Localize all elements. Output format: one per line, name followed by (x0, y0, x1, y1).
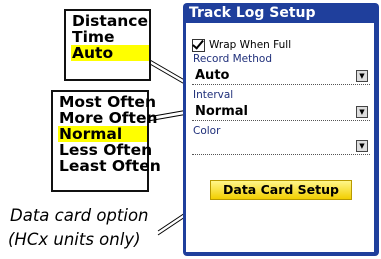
interval-options-callout: Most Often More Often Normal Less Often … (51, 90, 161, 192)
record-option-auto: Auto (71, 45, 149, 61)
dropdown-arrow-icon[interactable]: ▼ (356, 70, 368, 82)
dropdown-arrow-icon[interactable]: ▼ (356, 106, 368, 118)
interval-option-most-often: Most Often (59, 93, 156, 111)
screen-title: Track Log Setup (189, 5, 316, 21)
interval-option-least-often: Least Often (59, 157, 161, 175)
color-dropdown[interactable]: ▼ (192, 137, 370, 155)
record-method-value: Auto (195, 68, 230, 83)
wrap-when-full-row[interactable]: Wrap When Full (192, 36, 292, 53)
settings-panel: Wrap When Full Record Method Auto ▼ Inte… (186, 23, 374, 252)
color-label: Color (193, 125, 221, 137)
interval-label: Interval (193, 89, 234, 101)
interval-dropdown[interactable]: Normal ▼ (192, 103, 370, 121)
dropdown-arrow-icon[interactable]: ▼ (356, 140, 368, 152)
record-method-label: Record Method (193, 53, 272, 65)
data-card-setup-button[interactable]: Data Card Setup (210, 180, 352, 200)
interval-option-less-often: Less Often (59, 141, 153, 159)
checkmark-icon (192, 36, 204, 50)
record-option-time: Time (72, 28, 115, 46)
interval-option-normal: Normal (58, 126, 147, 142)
caption-line-2: (HCx units only) (8, 230, 141, 249)
record-method-options-callout: Distance Time Auto (64, 9, 151, 81)
record-method-dropdown[interactable]: Auto ▼ (192, 67, 370, 85)
interval-value: Normal (195, 104, 248, 119)
record-option-distance: Distance (72, 12, 149, 30)
wrap-when-full-label: Wrap When Full (209, 39, 292, 51)
interval-option-more-often: More Often (59, 109, 158, 127)
track-log-setup-screen: Track Log Setup Wrap When Full Record Me… (183, 3, 379, 256)
caption-line-1: Data card option (10, 206, 149, 225)
wrap-when-full-checkbox[interactable] (192, 36, 205, 52)
